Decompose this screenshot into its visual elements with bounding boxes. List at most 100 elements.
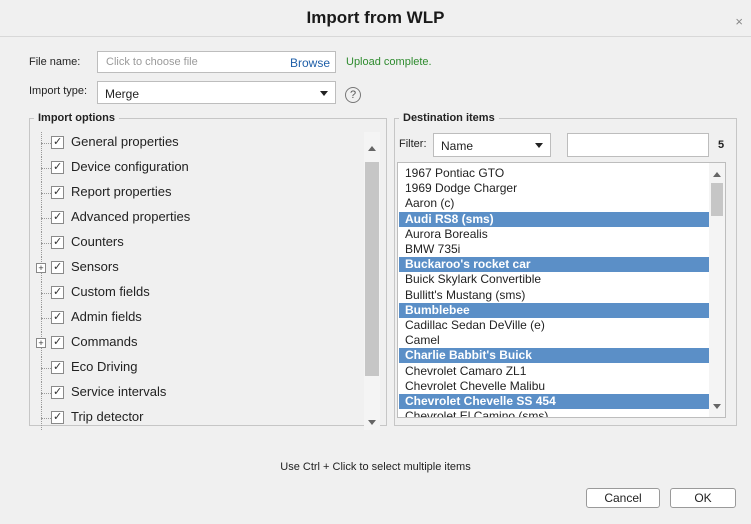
tree-connector [41,218,51,219]
import-option-label: General properties [71,134,179,149]
tree-connector [41,243,51,244]
import-option-label: Commands [71,334,138,349]
file-name-label: File name: [29,56,81,68]
help-icon[interactable]: ? [345,87,361,103]
tree-connector [41,307,42,332]
import-option-item[interactable]: Eco Driving [30,357,365,382]
import-option-label: Custom fields [71,284,150,299]
import-option-label: Sensors [71,259,119,274]
import-option-item[interactable]: General properties [30,132,365,157]
destination-scrollbar[interactable] [709,163,725,417]
ok-button[interactable]: OK [670,488,736,508]
import-option-item[interactable]: + Sensors [30,257,365,282]
import-option-item[interactable]: + Commands [30,332,365,357]
destination-list-item[interactable]: Chevrolet Camaro ZL1 [399,364,709,379]
checkbox[interactable] [51,410,64,424]
scroll-down-icon[interactable] [713,404,721,409]
tree-connector [41,382,42,407]
import-option-item[interactable]: Advanced properties [30,207,365,232]
import-option-item[interactable]: Trip detector [30,407,365,430]
checkbox[interactable] [51,285,64,299]
scroll-thumb[interactable] [711,183,723,216]
import-option-label: Trip detector [71,409,144,424]
destination-list-item[interactable]: Audi RS8 (sms) [399,211,709,227]
import-option-label: Advanced properties [71,209,191,224]
tree-connector [41,182,42,207]
tree-connector [41,318,51,319]
checkbox[interactable] [51,160,64,174]
scroll-up-icon[interactable] [713,172,721,177]
import-option-label: Eco Driving [71,359,138,374]
multi-select-hint: Use Ctrl + Click to select multiple item… [280,461,471,473]
destination-list-item[interactable]: 1967 Pontiac GTO [399,166,709,181]
tree-connector [41,357,42,382]
destination-list-item[interactable]: Buick Skylark Convertible [399,272,709,287]
browse-button[interactable]: Browse [290,56,330,70]
destination-list-item[interactable]: Buckaroo's rocket car [399,257,709,273]
destination-list-item[interactable]: Charlie Babbit's Buick [399,348,709,364]
tree-connector [41,368,51,369]
destination-list-item[interactable]: Cadillac Sedan DeVille (e) [399,318,709,333]
checkbox[interactable] [51,335,64,349]
tree-connector [41,282,42,307]
checkbox[interactable] [51,360,64,374]
tree-connector [41,168,51,169]
checkbox[interactable] [51,210,64,224]
checkbox[interactable] [51,260,64,274]
import-option-item[interactable]: Device configuration [30,157,365,182]
tree-connector [41,143,51,144]
destination-list-item[interactable]: Chevrolet El Camino (sms) [399,409,709,417]
import-option-item[interactable]: Custom fields [30,282,365,307]
import-type-select[interactable]: Merge [97,81,336,104]
scroll-up-icon[interactable] [368,146,376,151]
import-options-scrollbar[interactable] [364,132,380,430]
filter-field-select[interactable]: Name [433,133,551,157]
tree-connector [41,157,42,182]
tree-connector [41,207,42,232]
tree-connector [41,293,51,294]
import-options-group: Import options General properties Device … [29,112,387,430]
destination-list-item[interactable]: Bumblebee [399,302,709,318]
selected-count: 5 [718,139,725,151]
file-placeholder: Click to choose file [106,56,198,68]
checkbox[interactable] [51,185,64,199]
destination-list-item[interactable]: Aaron (c) [399,196,709,211]
import-option-label: Report properties [71,184,172,199]
import-option-item[interactable]: Counters [30,232,365,257]
destination-list[interactable]: Chevrolet El Camino (sms) Chevrolet Cheve… [397,162,726,418]
import-type-value: Merge [105,87,140,101]
checkbox[interactable] [51,310,64,324]
expand-icon[interactable]: + [36,263,46,273]
destination-list-item[interactable]: Bullitt's Mustang (sms) [399,288,709,303]
tree-connector [41,193,51,194]
import-option-item[interactable]: Admin fields [30,307,365,332]
chevron-down-icon [320,91,328,96]
import-options-title: Import options [38,112,115,124]
destination-list-item[interactable]: Chevrolet Chevelle Malibu [399,379,709,394]
destination-list-item[interactable]: BMW 735i [399,242,709,257]
checkbox[interactable] [51,235,64,249]
expand-icon[interactable]: + [36,338,46,348]
import-option-item[interactable]: Report properties [30,182,365,207]
scroll-thumb[interactable] [365,162,379,376]
filter-input[interactable] [567,133,709,157]
destination-items-title: Destination items [403,112,495,124]
destination-list-item[interactable]: 1969 Dodge Charger [399,181,709,196]
checkbox[interactable] [51,385,64,399]
scroll-down-icon[interactable] [368,420,376,425]
import-option-item[interactable]: Service intervals [30,382,365,407]
upload-status: Upload complete. [346,56,432,68]
chevron-down-icon [535,143,543,148]
dialog-title: Import from WLP [306,8,445,27]
tree-connector [41,393,51,394]
cancel-button[interactable]: Cancel [586,488,660,508]
destination-list-item[interactable]: Camel [399,333,709,348]
import-type-label: Import type: [29,85,88,97]
file-input[interactable]: Click to choose file Browse [97,51,336,73]
close-icon[interactable]: × [735,14,743,29]
destination-list-item[interactable]: Aurora Borealis [399,227,709,242]
checkbox[interactable] [51,135,64,149]
dialog-titlebar: Import from WLP × [0,0,751,37]
destination-list-item[interactable]: Chevrolet Chevelle SS 454 [399,394,709,409]
filter-field-value: Name [441,139,474,153]
